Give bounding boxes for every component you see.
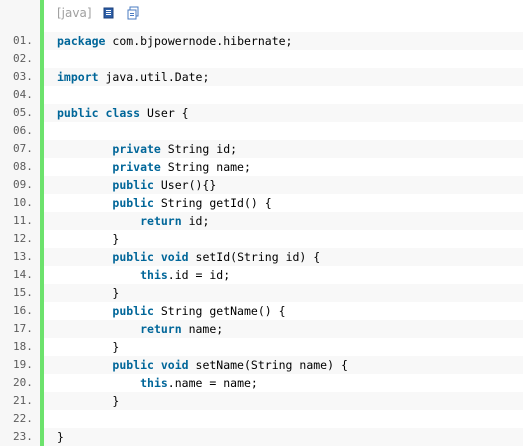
code-line: 05. public class User {	[0, 104, 523, 122]
line-number: 02.	[13, 52, 33, 65]
code-line: 18. }	[0, 338, 523, 356]
code-line: 01. package com.bjpowernode.hibernate;	[0, 32, 523, 50]
code-text: public void setName(String name) {	[44, 356, 523, 374]
code-line: 23.}	[0, 428, 523, 446]
copy-icon[interactable]	[126, 6, 140, 20]
line-number: 06.	[13, 124, 33, 137]
code-line: 21. }	[0, 392, 523, 410]
code-line: 03. import java.util.Date;	[0, 68, 523, 86]
code-line: 12. }	[0, 230, 523, 248]
code-text: }	[57, 232, 120, 246]
language-label: [java]	[57, 6, 92, 20]
code-line: 14. this.id = id;	[0, 266, 523, 284]
line-number: 16.	[13, 304, 33, 317]
view-source-icon[interactable]	[102, 6, 116, 20]
code-line: 02.	[0, 50, 523, 68]
code-text: import java.util.Date;	[44, 68, 523, 86]
code-toolbar: [java]	[44, 0, 523, 26]
line-number: 04.	[13, 88, 33, 101]
code-text: return name;	[44, 320, 523, 338]
line-number: 09.	[13, 178, 33, 191]
code-line: 06.	[0, 122, 523, 140]
code-block: [java] 01. package com.bjpowernode.hibern…	[0, 0, 523, 446]
line-number: 19.	[13, 358, 33, 371]
code-text: public User(){}	[44, 176, 523, 194]
code-text: package com.bjpowernode.hibernate;	[44, 32, 523, 50]
code-line: 04.	[0, 86, 523, 104]
code-line: 15. }	[0, 284, 523, 302]
line-number: 12.	[13, 232, 33, 245]
line-number: 14.	[13, 268, 33, 281]
line-number: 20.	[13, 376, 33, 389]
line-number: 10.	[13, 196, 33, 209]
code-line: 10. public String getId() {	[0, 194, 523, 212]
code-text: public String getId() {	[112, 196, 272, 210]
code-line: 17. return name;	[0, 320, 523, 338]
code-line: 09. public User(){}	[0, 176, 523, 194]
line-number: 23.	[13, 430, 33, 443]
line-number: 13.	[13, 250, 33, 263]
code-line: 19. public void setName(String name) {	[0, 356, 523, 374]
line-number: 07.	[13, 142, 33, 155]
code-lines: 01. package com.bjpowernode.hibernate; 02.…	[0, 32, 523, 446]
code-text: }	[44, 392, 523, 410]
code-text: this.name = name;	[140, 376, 258, 390]
code-line: 16. public String getName() {	[0, 302, 523, 320]
code-text: this.id = id;	[140, 268, 231, 282]
line-number: 22.	[13, 412, 33, 425]
code-text: }	[44, 284, 523, 302]
code-line: 07. private String id;	[0, 140, 523, 158]
line-number: 18.	[13, 340, 33, 353]
code-line: 11. return id;	[0, 212, 523, 230]
code-text: private String id;	[44, 140, 523, 158]
code-text: public class User {	[44, 104, 523, 122]
code-text: public String getName() {	[112, 304, 286, 318]
line-number: 17.	[13, 322, 33, 335]
line-number: 11.	[13, 214, 33, 227]
code-text: return id;	[44, 212, 523, 230]
code-text: public void setId(String id) {	[44, 248, 523, 266]
code-line: 22.	[0, 410, 523, 428]
line-number: 01.	[13, 34, 33, 47]
code-text: }	[44, 428, 523, 446]
code-line: 20. this.name = name;	[0, 374, 523, 392]
line-number: 15.	[13, 286, 33, 299]
line-number: 05.	[13, 106, 33, 119]
line-number: 21.	[13, 394, 33, 407]
line-number: 08.	[13, 160, 33, 173]
code-line: 13. public void setId(String id) {	[0, 248, 523, 266]
code-text: }	[57, 340, 120, 354]
line-number: 03.	[13, 70, 33, 83]
code-text: private String name;	[112, 160, 251, 174]
code-line: 08. private String name;	[0, 158, 523, 176]
